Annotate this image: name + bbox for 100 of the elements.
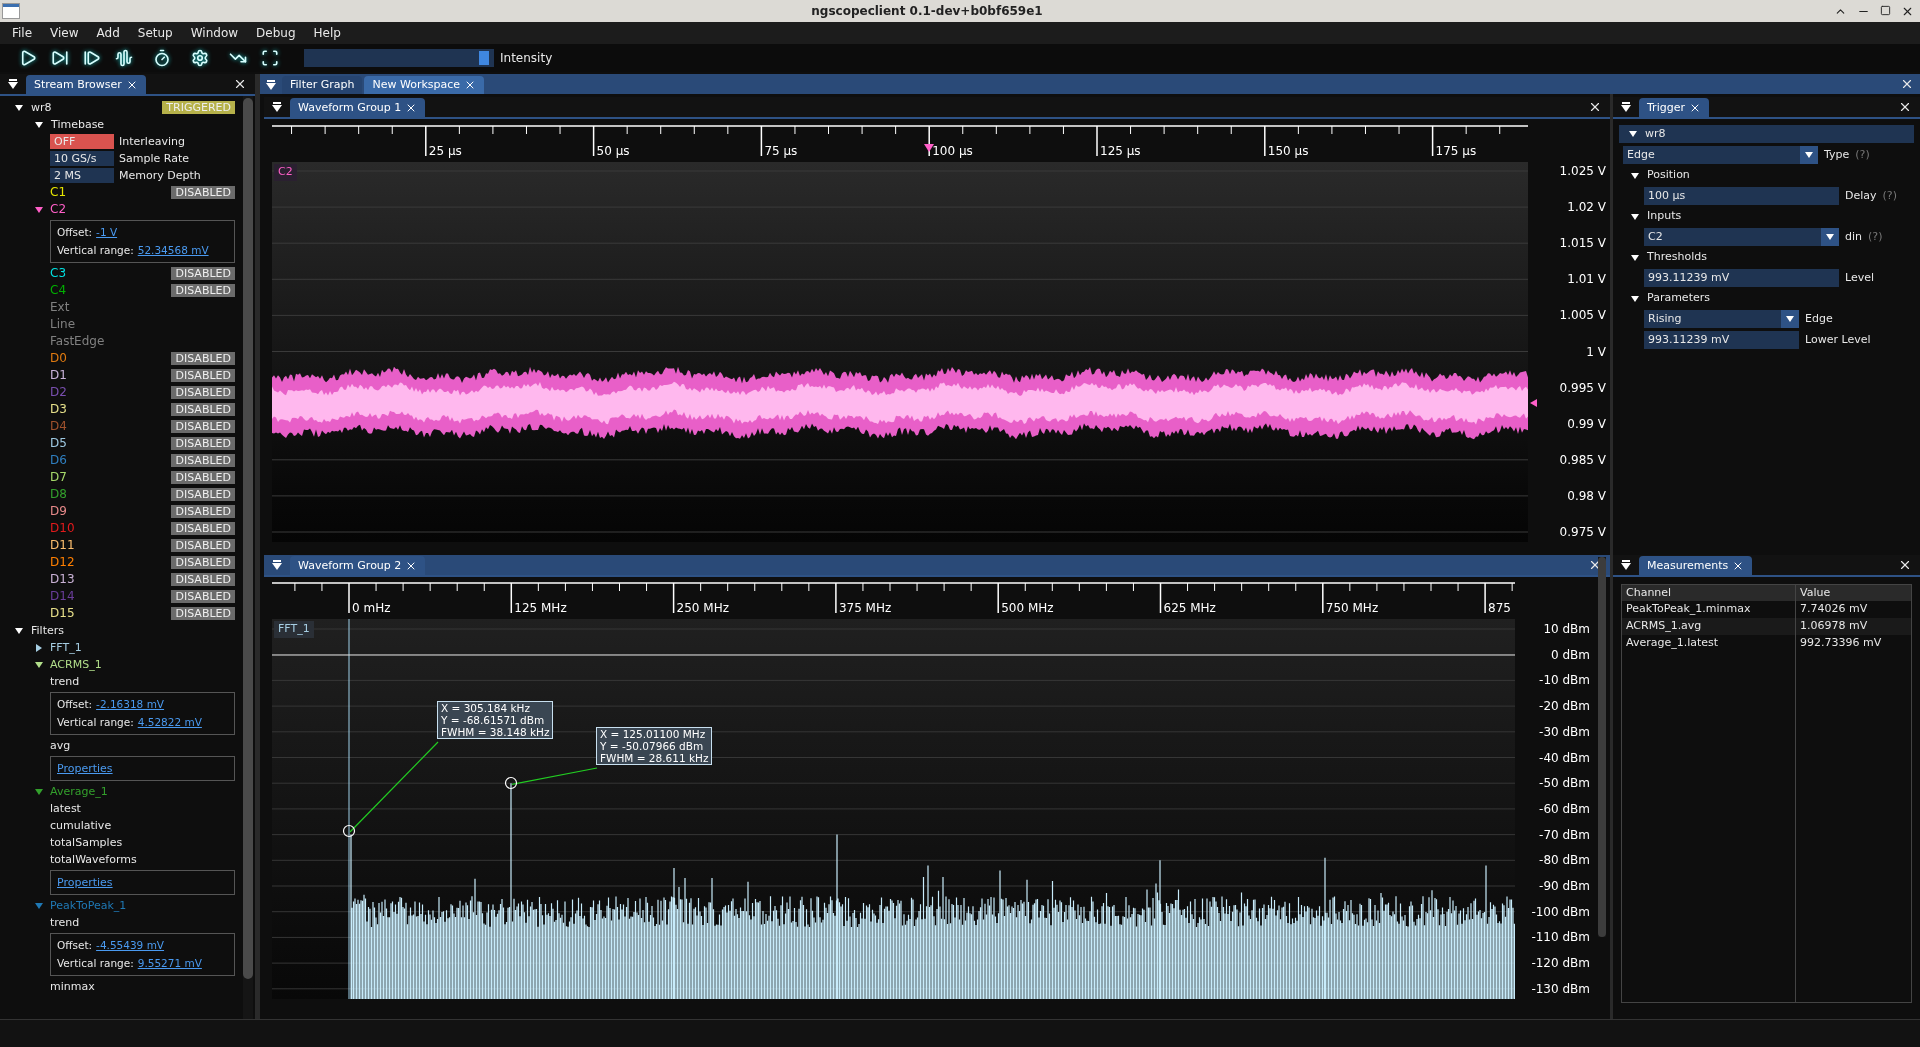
properties-link[interactable]: Properties — [57, 760, 113, 777]
down-triangle-icon[interactable] — [35, 787, 43, 796]
down-triangle-icon[interactable] — [1631, 212, 1639, 221]
channel-name[interactable]: C3 — [50, 265, 66, 282]
menu-item[interactable]: File — [12, 24, 33, 42]
properties-link[interactable]: Properties — [57, 874, 113, 891]
channel-name[interactable]: C1 — [50, 184, 66, 201]
channel-name[interactable]: D12 — [50, 554, 75, 571]
down-triangle-icon[interactable] — [1805, 151, 1813, 159]
scrollbar[interactable] — [1598, 557, 1606, 937]
panel-menu-icon[interactable] — [266, 80, 276, 90]
section-label[interactable]: Position — [1647, 167, 1690, 184]
range-link[interactable]: 9.55271 mV — [137, 955, 202, 972]
input-field[interactable]: 993.11239 mV — [1644, 331, 1799, 349]
down-triangle-icon[interactable] — [1786, 315, 1794, 323]
trace-label[interactable]: C2 — [274, 164, 297, 181]
scrollbar[interactable] — [243, 98, 253, 979]
close-icon[interactable] — [1898, 558, 1912, 572]
channel-name[interactable]: D5 — [50, 435, 67, 452]
panel-menu-icon[interactable] — [272, 560, 282, 570]
tree-label[interactable]: Timebase — [51, 116, 105, 133]
close-icon[interactable] — [1900, 77, 1914, 91]
channel-name[interactable]: C2 — [50, 201, 66, 218]
panel-tab[interactable]: Trigger — [1639, 98, 1709, 118]
dropdown[interactable]: Edge — [1623, 146, 1818, 164]
instrument-name[interactable]: wr8 — [31, 99, 52, 116]
menu-item[interactable]: Help — [313, 24, 341, 42]
stream-name[interactable]: latest — [50, 802, 81, 815]
offset-link[interactable]: -4.55439 mV — [96, 937, 165, 954]
channel-name[interactable]: D1 — [50, 367, 67, 384]
panel-tab[interactable]: Measurements — [1639, 556, 1753, 576]
close-icon[interactable] — [1898, 100, 1912, 114]
stream-name[interactable]: minmax — [50, 980, 95, 993]
input-field[interactable]: 100 µs — [1644, 187, 1839, 205]
trace-label[interactable]: FFT_1 — [274, 621, 314, 638]
panel-tab[interactable]: Stream Browser — [26, 75, 146, 95]
maximize-icon[interactable] — [1880, 4, 1891, 16]
channel-name[interactable]: D9 — [50, 503, 67, 520]
marker-circle-icon[interactable] — [504, 776, 518, 791]
menu-item[interactable]: Setup — [137, 24, 173, 42]
help-marker[interactable]: (?) — [1882, 187, 1897, 205]
panel-tab[interactable]: Waveform Group 1 — [290, 98, 426, 118]
channel-name[interactable]: Line — [50, 316, 75, 333]
dropdown[interactable]: C2 — [1644, 228, 1839, 246]
panel-menu-icon[interactable] — [272, 102, 282, 112]
down-triangle-icon[interactable] — [15, 626, 23, 635]
range-link[interactable]: 52.34568 mV — [137, 242, 209, 259]
right-triangle-icon[interactable] — [35, 643, 43, 652]
marker-circle-icon[interactable] — [342, 824, 356, 838]
close-icon[interactable] — [1588, 100, 1602, 114]
slider-thumb[interactable] — [478, 51, 489, 65]
down-triangle-icon[interactable] — [1826, 233, 1834, 241]
menu-item[interactable]: Window — [190, 24, 239, 42]
channel-name[interactable]: D0 — [50, 350, 67, 367]
channel-name[interactable]: D11 — [50, 537, 75, 554]
down-triangle-icon[interactable] — [35, 660, 43, 669]
panel-tab[interactable]: Waveform Group 2 — [290, 556, 426, 576]
stream-name[interactable]: cumulative — [50, 819, 112, 832]
channel-name[interactable]: D8 — [50, 486, 67, 503]
stream-name[interactable]: totalWaveforms — [50, 853, 137, 866]
channel-name[interactable]: C4 — [50, 282, 66, 299]
channel-name[interactable]: D15 — [50, 605, 75, 622]
filter-name[interactable]: FFT_1 — [50, 639, 82, 656]
channel-name[interactable]: D3 — [50, 401, 67, 418]
channel-name[interactable]: D7 — [50, 469, 67, 486]
help-marker[interactable]: (?) — [1855, 146, 1870, 164]
value-field[interactable]: 10 GS/s — [50, 151, 114, 166]
workspace-tab[interactable]: Filter Graph — [282, 76, 363, 94]
panel-menu-icon[interactable] — [1621, 102, 1631, 112]
channel-name[interactable]: Ext — [50, 299, 70, 316]
workspace-tab[interactable]: New Workspace — [364, 76, 485, 94]
section-label[interactable]: Thresholds — [1647, 249, 1707, 266]
channel-name[interactable]: D6 — [50, 452, 67, 469]
offset-link[interactable]: -2.16318 mV — [96, 696, 165, 713]
down-triangle-icon[interactable] — [1631, 171, 1639, 180]
stream-name[interactable]: totalSamples — [50, 836, 123, 849]
dropdown[interactable]: Rising — [1644, 310, 1799, 328]
stream-name[interactable]: trend — [50, 675, 80, 688]
value-field[interactable]: 2 MS — [50, 168, 114, 183]
close-icon[interactable] — [233, 77, 247, 91]
range-link[interactable]: 4.52822 mV — [137, 714, 202, 731]
offset-link[interactable]: -1 V — [96, 224, 118, 241]
channel-name[interactable]: D13 — [50, 571, 75, 588]
menu-item[interactable]: View — [50, 24, 79, 42]
help-marker[interactable]: (?) — [1868, 228, 1883, 246]
channel-name[interactable]: D10 — [50, 520, 75, 537]
filter-name[interactable]: ACRMS_1 — [50, 656, 102, 673]
down-triangle-icon[interactable] — [35, 205, 43, 214]
menu-item[interactable]: Debug — [256, 24, 296, 42]
stream-name[interactable]: trend — [50, 916, 80, 929]
down-triangle-icon[interactable] — [1631, 253, 1639, 262]
down-triangle-icon[interactable] — [35, 120, 43, 129]
down-triangle-icon[interactable] — [1631, 294, 1639, 303]
tree-label[interactable]: Filters — [31, 622, 64, 639]
instrument-header[interactable]: wr8 — [1619, 125, 1914, 143]
down-triangle-icon[interactable] — [15, 103, 23, 112]
input-field[interactable]: 993.11239 mV — [1644, 269, 1839, 287]
intensity-slider[interactable] — [304, 49, 494, 67]
down-triangle-icon[interactable] — [1629, 130, 1637, 138]
panel-menu-icon[interactable] — [1621, 560, 1631, 570]
